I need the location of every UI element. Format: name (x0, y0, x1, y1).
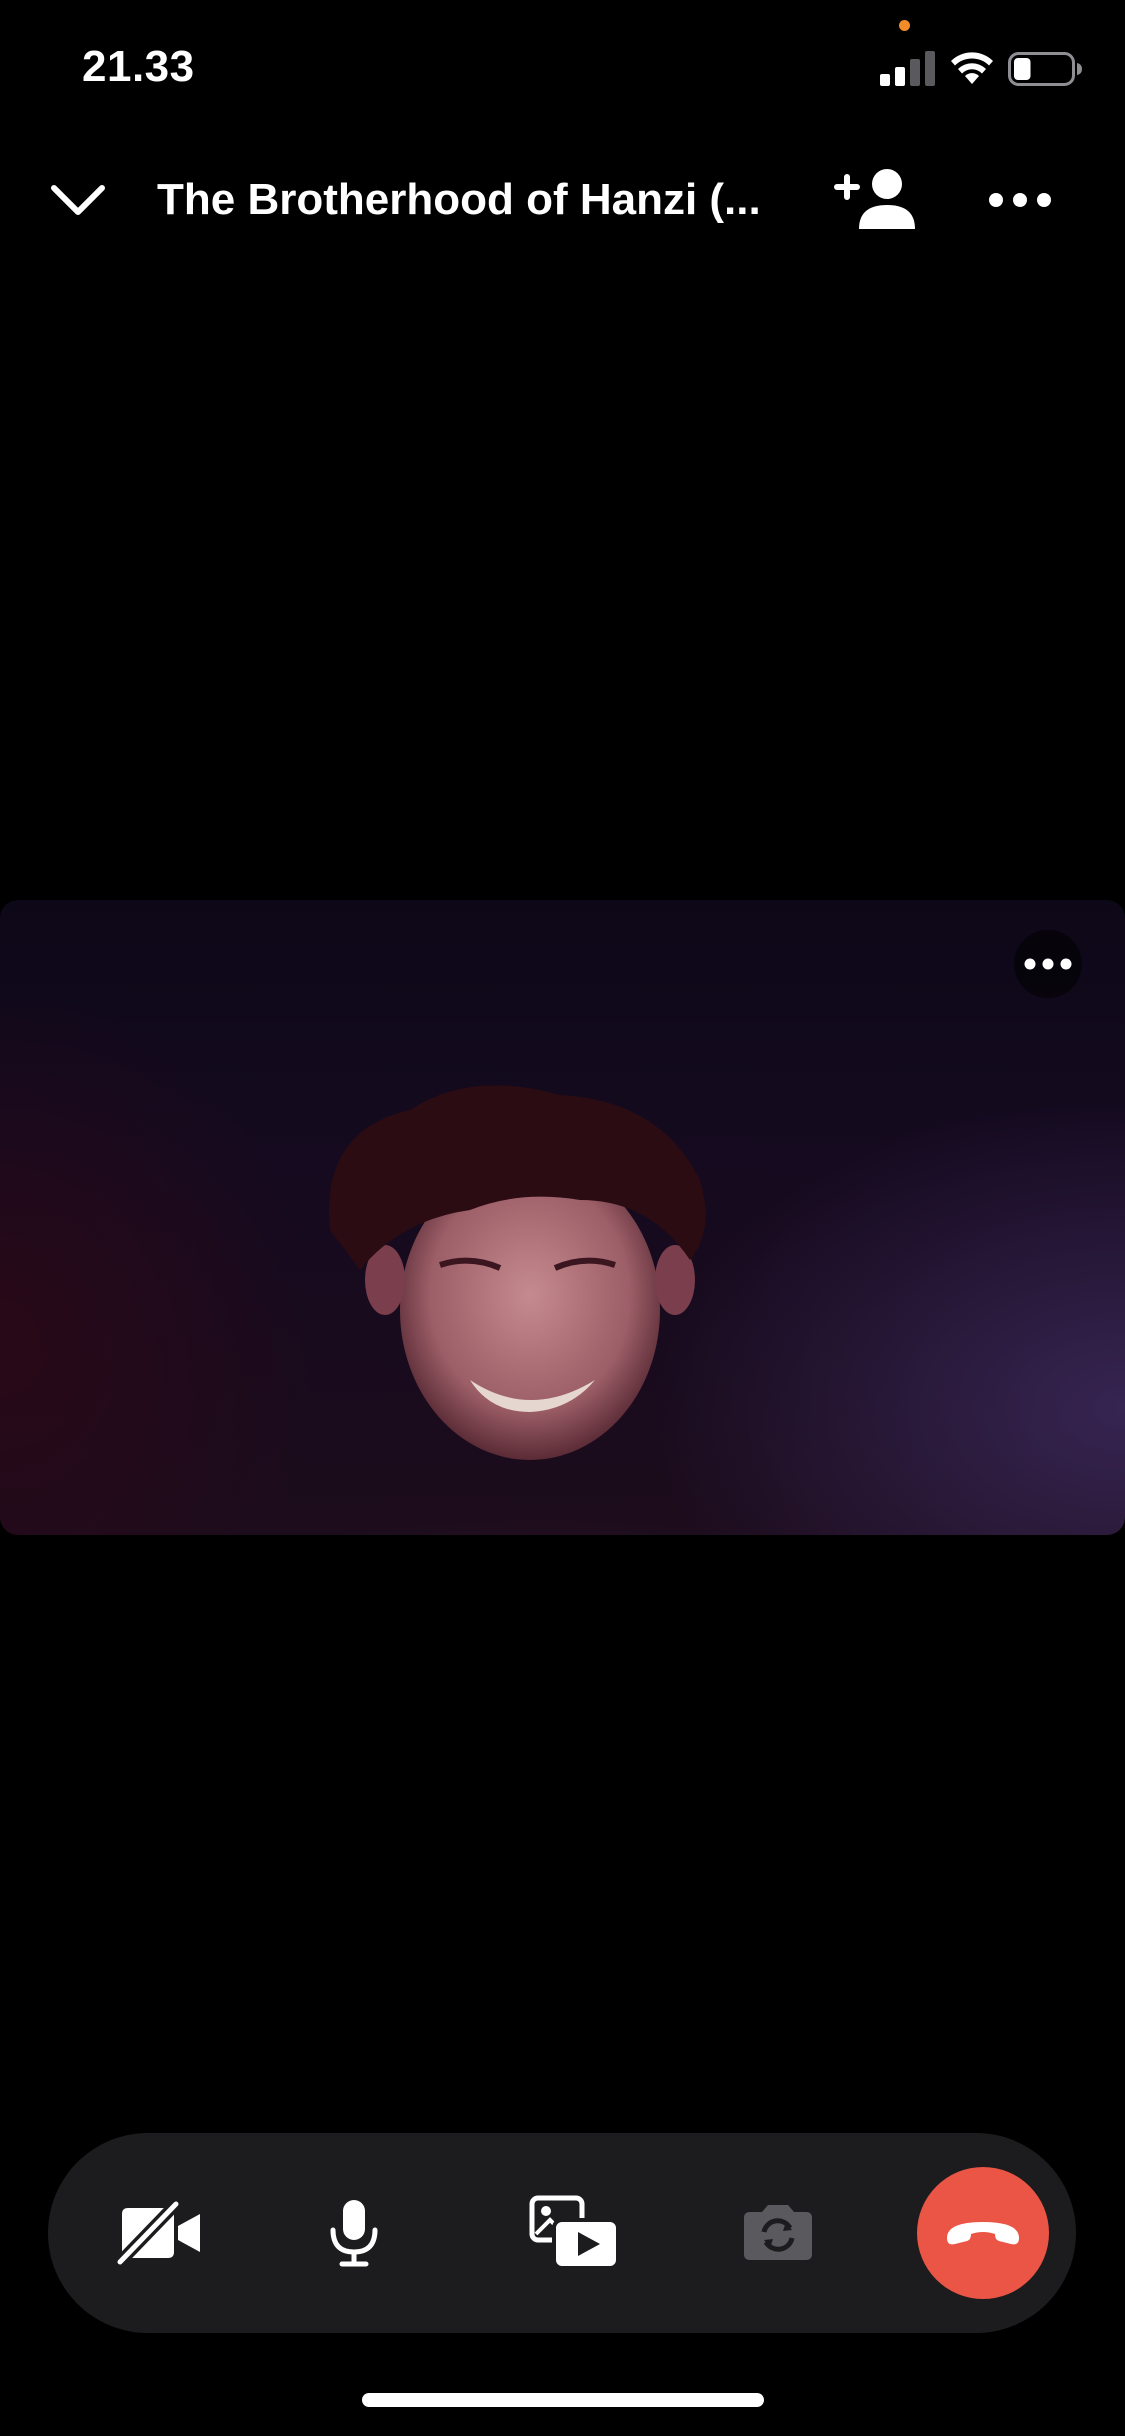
collapse-button[interactable] (40, 168, 116, 232)
video-off-icon (116, 2200, 200, 2266)
flip-camera-icon (744, 2205, 812, 2260)
status-bar: 21.33 (0, 0, 1125, 140)
video-call-screen: 21.33 The Brotherhood of Hanzi (... (0, 0, 1125, 2436)
microphone-icon (330, 2200, 378, 2267)
wifi-icon (951, 52, 993, 84)
call-title: The Brotherhood of Hanzi (... (157, 175, 761, 224)
toggle-microphone-button[interactable] (294, 2133, 414, 2333)
more-dots-icon (1024, 958, 1072, 970)
battery-icon (1008, 52, 1082, 86)
home-indicator[interactable] (362, 2393, 764, 2407)
participant-video-feed (186, 1085, 894, 1535)
call-header: The Brotherhood of Hanzi (... (0, 150, 1125, 250)
add-person-button[interactable] (830, 162, 922, 238)
cellular-signal-icon (880, 51, 935, 86)
share-media-icon (529, 2195, 620, 2270)
flip-camera-button (718, 2133, 838, 2333)
more-dots-icon (989, 193, 1051, 207)
add-person-icon (834, 169, 915, 229)
more-options-button[interactable] (980, 168, 1060, 232)
chevron-down-icon (51, 185, 105, 215)
share-media-button[interactable] (510, 2133, 640, 2333)
hang-up-icon (947, 2222, 1019, 2245)
call-control-bar (48, 2133, 1076, 2333)
privacy-indicator-dot (899, 20, 910, 31)
end-call-circle[interactable] (917, 2167, 1049, 2299)
end-call-button[interactable] (908, 2133, 1058, 2333)
status-time: 21.33 (82, 42, 195, 91)
toggle-camera-button[interactable] (86, 2133, 236, 2333)
participant-video-tile[interactable] (0, 900, 1125, 1535)
tile-more-options-button[interactable] (1014, 930, 1082, 998)
